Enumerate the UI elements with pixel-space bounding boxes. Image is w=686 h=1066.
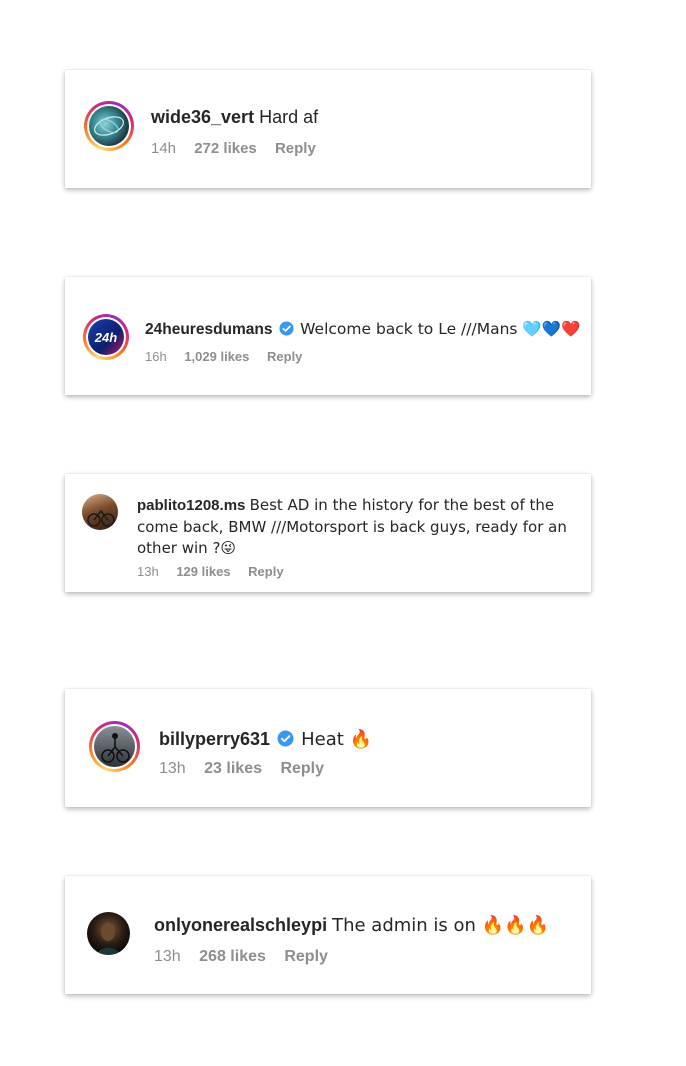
comment-time: 16h	[145, 349, 167, 364]
comment-card: billyperry631 Heat 🔥 13h 23 likes Reply	[65, 689, 591, 807]
comment-username[interactable]: 24heuresdumans	[145, 321, 273, 338]
avatar-label: 24h	[94, 329, 118, 345]
comment-username[interactable]: onlyonerealschleypi	[154, 915, 327, 935]
comment-meta: 13h 23 likes Reply	[159, 760, 338, 778]
comment-body: pablito1208.ms Best AD in the history fo…	[137, 495, 577, 560]
verified-badge-icon	[277, 730, 294, 747]
avatar[interactable]	[89, 721, 140, 772]
comment-time: 14h	[151, 140, 177, 157]
comment-likes[interactable]: 129 likes	[176, 564, 230, 579]
reply-button[interactable]: Reply	[284, 948, 328, 965]
avatar[interactable]	[87, 912, 130, 955]
comment-body: onlyonerealschleypi The admin is on 🔥🔥🔥	[154, 914, 549, 937]
comment-body: wide36_vert Hard af	[151, 106, 318, 129]
comment-time: 13h	[159, 760, 186, 777]
comment-likes[interactable]: 1,029 likes	[184, 349, 249, 364]
comment-username[interactable]: billyperry631	[159, 729, 270, 749]
avatar-art-icon	[94, 116, 124, 136]
comment-body: billyperry631 Heat 🔥	[159, 728, 372, 751]
avatar[interactable]: 24h	[83, 314, 129, 360]
comment-body: 24heuresdumans Welcome back to Le ///Man…	[145, 319, 580, 340]
comment-card: pablito1208.ms Best AD in the history fo…	[65, 474, 591, 592]
avatar-art-icon	[87, 509, 115, 527]
comment-card: 24h 24heuresdumans Welcome back to Le //…	[65, 277, 591, 395]
verified-badge-icon	[279, 321, 294, 336]
comment-meta: 13h 268 likes Reply	[154, 948, 342, 966]
comment-text: Heat 🔥	[301, 729, 372, 750]
comment-text: The admin is on 🔥🔥🔥	[332, 915, 549, 936]
reply-button[interactable]: Reply	[280, 760, 324, 777]
comment-time: 13h	[154, 948, 181, 965]
avatar[interactable]	[84, 101, 134, 151]
comment-text: Hard af	[259, 107, 319, 127]
comment-time: 13h	[137, 564, 159, 579]
avatar-art-icon	[101, 733, 130, 763]
comment-username[interactable]: wide36_vert	[151, 107, 254, 127]
comment-text: Welcome back to Le ///Mans 🩵💙❤️	[300, 320, 581, 338]
comment-meta: 14h 272 likes Reply	[151, 140, 330, 157]
comment-meta: 16h 1,029 likes Reply	[145, 349, 316, 364]
comment-likes[interactable]: 23 likes	[204, 760, 262, 777]
reply-button[interactable]: Reply	[248, 564, 283, 579]
comment-likes[interactable]: 272 likes	[194, 140, 257, 157]
comment-username[interactable]: pablito1208.ms	[137, 497, 245, 514]
comment-card: wide36_vert Hard af 14h 272 likes Reply	[65, 70, 591, 188]
reply-button[interactable]: Reply	[275, 140, 316, 157]
comment-likes[interactable]: 268 likes	[199, 948, 266, 965]
comment-meta: 13h 129 likes Reply	[137, 564, 298, 579]
reply-button[interactable]: Reply	[267, 349, 302, 364]
avatar[interactable]	[82, 494, 118, 530]
comment-card: onlyonerealschleypi The admin is on 🔥🔥🔥 …	[65, 876, 591, 994]
avatar-art-icon	[95, 923, 122, 955]
